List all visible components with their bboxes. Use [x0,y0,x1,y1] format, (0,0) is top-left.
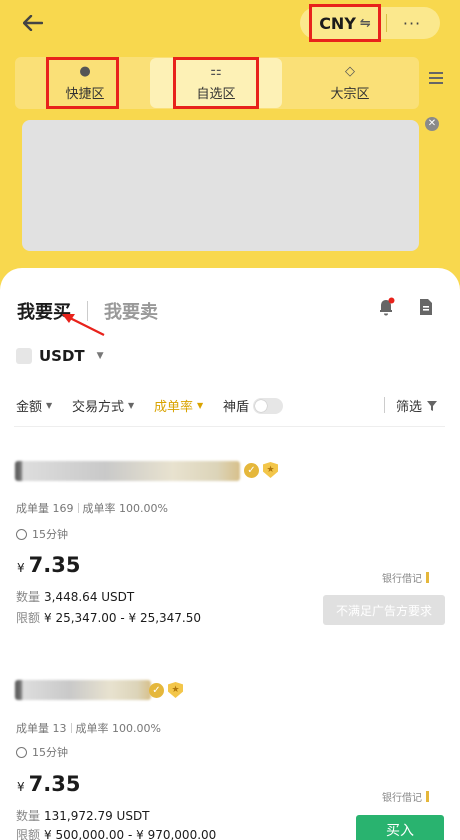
filter-amount-label: 金额 [16,400,43,415]
triangle-down-icon: ▼ [197,401,204,410]
filter-payment[interactable]: 交易方式 ▼ [72,396,134,415]
chevron-down-icon: ▼ [96,351,104,361]
payment-label: 银行借记 [382,574,422,585]
swap-icon: ⇋ [359,15,371,31]
back-arrow-icon [23,15,43,31]
limit-value: ¥ 25,347.00 - ¥ 25,347.50 [44,611,202,625]
pill-divider [386,14,387,32]
limit-value: ¥ 500,000.00 - ¥ 970,000.00 [44,828,217,840]
quantity-row: 数量 131,972.79 USDT [16,807,150,824]
red-arrow-annotation [62,314,105,336]
requirement-unmet-button[interactable]: 不满足广告方要求 [323,595,445,625]
tab-sell[interactable]: 我要卖 [104,298,158,324]
quantity-label: 数量 [16,590,41,604]
pay-time-label: 15分钟 [32,528,68,541]
filter-payment-label: 交易方式 [72,400,125,415]
pay-time-label: 15分钟 [32,746,68,759]
bank-card-icon [426,791,429,802]
merchant-stats: 成单量 169 成单率 100.00% [16,500,168,516]
tab-bulk[interactable]: ◇ 大宗区 [310,57,390,109]
orders-count: 成单量 169 [16,502,74,515]
currency-label: CNY [319,13,356,33]
menu-icon[interactable] [429,72,443,88]
highlight-box-quick [46,57,119,109]
merchant-name-blurred[interactable] [15,680,151,700]
filter-shield-label: 神盾 [223,400,250,415]
quantity-value: 131,972.79 USDT [44,809,150,823]
completion-rate: 成单率 100.00% [75,722,161,735]
payment-method: 银行借记 [382,789,429,804]
verified-icon: ✓ [244,463,259,478]
merchant-name-blurred[interactable] [15,461,240,481]
clock-icon [16,746,27,758]
filter-divider [384,397,385,413]
filter-shield[interactable]: 神盾 [223,396,284,415]
filter-completion-label: 成单率 [154,400,194,415]
clock-icon [16,528,27,540]
quantity-value: 3,448.64 USDT [44,590,135,604]
back-button[interactable] [18,8,48,38]
more-button[interactable]: ··· [388,7,436,39]
coin-icon [16,348,32,364]
coin-label: USDT [39,347,85,365]
payment-method: 银行借记 [382,570,429,585]
document-icon[interactable] [416,297,436,317]
diamond-icon: ◇ [345,63,355,79]
currency-switch[interactable]: CNY ⇋ [309,4,381,42]
notification-icon[interactable] [376,297,396,317]
limit-row: 限额 ¥ 25,347.00 - ¥ 25,347.50 [16,609,201,626]
filter-funnel-icon [427,400,438,411]
limit-label: 限额 [16,611,41,625]
currency-symbol: ¥ [17,561,25,575]
merchant-stats: 成单量 13 成单率 100.00% [16,720,161,736]
price-value: 7.35 [28,772,81,796]
quantity-row: 数量 3,448.64 USDT [16,588,134,605]
triangle-down-icon: ▼ [46,401,53,410]
filter-screen[interactable]: 筛选 [396,396,438,415]
price-value: 7.35 [28,553,81,577]
shield-toggle[interactable] [253,397,284,414]
filter-divider-line [14,426,445,427]
quantity-label: 数量 [16,809,41,823]
verified-icon: ✓ [149,683,164,698]
highlight-box-selected [173,57,259,109]
filter-bar: 金额 ▼ 交易方式 ▼ 成单率 ▼ 神盾 筛选 [16,396,444,416]
orders-count: 成单量 13 [16,722,67,735]
payment-label: 银行借记 [382,793,422,804]
pay-time: 15分钟 [16,744,68,760]
close-icon[interactable]: ✕ [425,117,439,131]
bank-card-icon [426,572,429,583]
banner[interactable] [22,120,419,251]
coin-selector[interactable]: USDT ▼ [16,347,104,365]
triangle-down-icon: ▼ [128,401,135,410]
filter-completion[interactable]: 成单率 ▼ [154,396,203,415]
filter-amount[interactable]: 金额 ▼ [16,396,52,415]
pay-time: 15分钟 [16,526,68,542]
tab-bulk-label: 大宗区 [330,86,370,102]
price: ¥ 7.35 [17,553,80,577]
currency-symbol: ¥ [17,780,25,794]
limit-label: 限额 [16,828,41,840]
top-bar: CNY ⇋ ··· [0,0,460,48]
price: ¥ 7.35 [17,772,80,796]
filter-screen-label: 筛选 [396,400,423,415]
completion-rate: 成单率 100.00% [82,502,168,515]
limit-row: 限额 ¥ 500,000.00 - ¥ 970,000.00 [16,826,216,840]
buy-button[interactable]: 买入 [356,815,444,840]
